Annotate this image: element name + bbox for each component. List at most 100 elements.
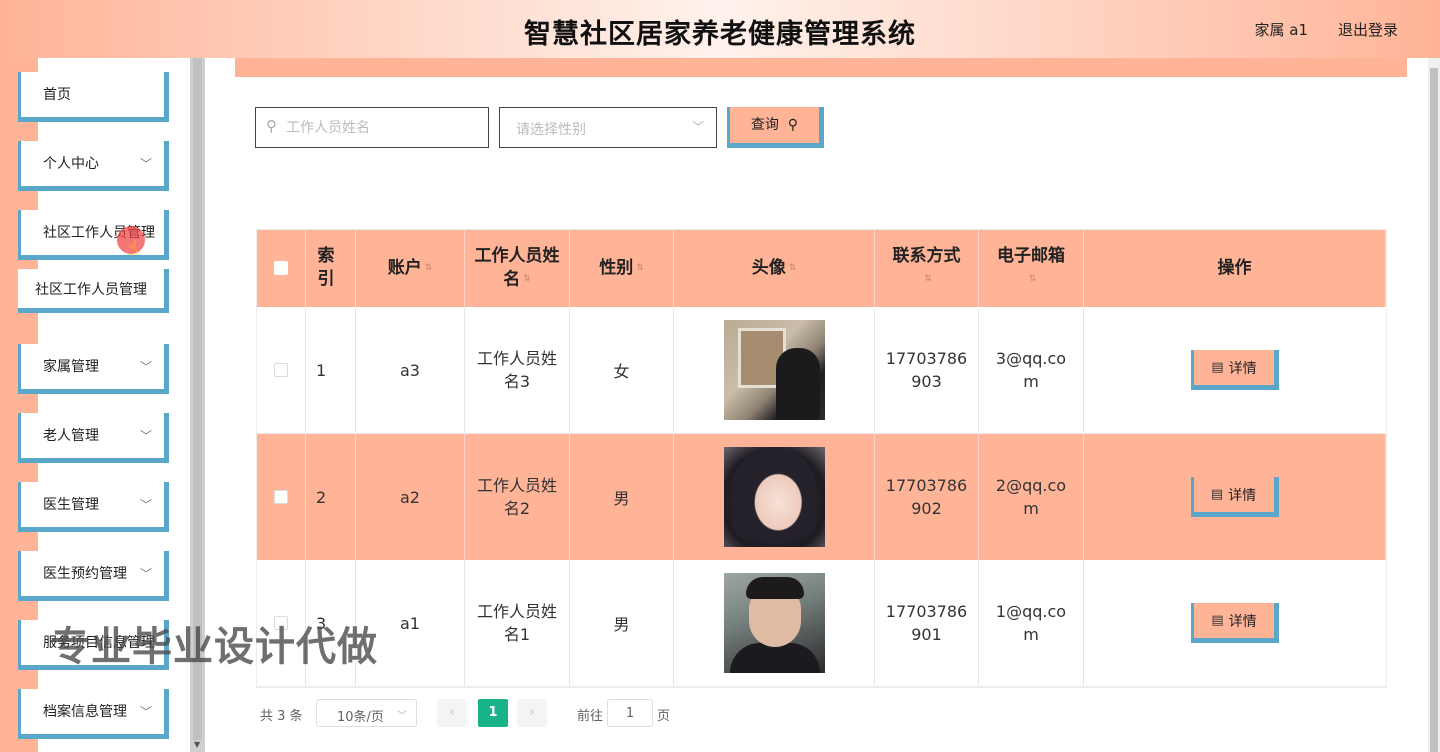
cell-gender: 女 [570,307,674,433]
app-header: 智慧社区居家养老健康管理系统 家属 a1 退出登录 [0,0,1440,58]
col-header-gender[interactable]: 性别 ⇅ [570,229,674,307]
col-header-email[interactable]: 电子邮箱 ⇅ [979,229,1084,307]
cell-staff-name: 工作人员姓名2 [465,434,570,560]
chevron-down-icon: ﹀ [139,429,152,443]
col-header-account[interactable]: 账户 ⇅ [356,229,465,307]
detail-button[interactable]: ▤ 详情 [1190,477,1279,517]
select-all-checkbox[interactable] [273,261,288,275]
page-number-button[interactable]: 1 [478,699,508,727]
sort-icon[interactable]: ⇅ [789,255,797,281]
cell-index: 2 [306,434,356,560]
sidebar-subitem-staff-management[interactable]: 社区工作人员管理 [18,269,169,313]
page-size-select[interactable]: 10条/页 ﹀ [316,699,417,727]
col-header-phone[interactable]: 联系方式 ⇅ [875,229,979,307]
sort-icon[interactable]: ⇅ [636,255,644,281]
sidebar-item-label: 老人管理 [43,428,99,444]
table-header-row: 索引 账户 ⇅ 工作人员姓名 ⇅ 性别 ⇅ 头像 ⇅ 联系方式 ⇅ 电子邮箱 ⇅ 操作 [256,229,1386,307]
sidebar-item-archive-management[interactable]: 档案信息管理 ﹀ [18,689,169,739]
chevron-down-icon: ﹀ [139,360,152,374]
app-title: 智慧社区居家养老健康管理系统 [524,19,916,50]
avatar [723,573,825,673]
cell-staff-name: 工作人员姓名3 [465,307,570,433]
chevron-down-icon: ﹀ [139,567,152,581]
cell-index: 1 [306,307,356,433]
sidebar-item-personal-center[interactable]: 个人中心 ﹀ [18,141,169,191]
cell-staff-name: 工作人员姓名1 [465,560,570,686]
pagination-total: 共 3 条 [260,709,303,724]
prev-page-button[interactable]: ‹ [437,699,467,727]
cell-avatar [674,434,875,560]
table-row[interactable]: 2 a2 工作人员姓名2 男 17703786902 2@qq.com ▤ 详情 [256,434,1386,560]
col-header-actions: 操作 [1084,229,1386,307]
page-scrollbar[interactable] [1428,58,1440,752]
chevron-down-icon: ﹀ [139,636,152,650]
cell-account: a2 [356,434,465,560]
col-header-staff-name[interactable]: 工作人员姓名 ⇅ [465,229,570,307]
scroll-down-arrow-icon[interactable]: ▼ [194,740,200,749]
chevron-down-icon: ﹀ [139,498,152,512]
chevron-down-icon: ﹀ [397,711,407,722]
goto-page-input[interactable] [607,699,653,727]
sidebar-item-elder-management[interactable]: 老人管理 ﹀ [18,413,169,463]
gender-select[interactable]: 请选择性别 ﹀ [499,107,717,148]
sidebar-item-home[interactable]: 首页 [18,72,169,122]
sidebar-item-family-management[interactable]: 家属管理 ﹀ [18,344,169,394]
cell-account: a1 [356,560,465,686]
sidebar-item-label: 家属管理 [43,359,99,375]
cell-avatar [674,560,875,686]
col-header-index: 索引 [306,229,356,307]
document-icon: ▤ [1211,360,1224,375]
goto-label: 前往 [577,709,604,724]
sort-icon[interactable]: ⇅ [1029,268,1037,291]
row-checkbox[interactable] [273,363,288,377]
sort-icon[interactable]: ⇅ [425,255,433,281]
sidebar-scrollbar-thumb[interactable] [193,58,202,740]
cell-phone: 17703786901 [875,560,979,686]
sort-icon[interactable]: ⇅ [924,268,932,291]
cell-account: a3 [356,307,465,433]
avatar [723,320,825,420]
query-button[interactable]: 查询 ⚲ [727,107,824,148]
table-row[interactable]: 3 a1 工作人员姓名1 男 17703786901 1@qq.com ▤ 详情 [256,560,1386,687]
row-checkbox[interactable] [273,616,288,630]
page-scrollbar-thumb[interactable] [1430,68,1438,752]
sort-icon[interactable]: ⇅ [523,268,531,291]
select-all-cell [256,229,306,307]
staff-name-input[interactable] [286,116,476,140]
sidebar-item-appointment-management[interactable]: 医生预约管理 ﹀ [18,551,169,601]
search-icon: ⚲ [783,117,799,133]
cell-phone: 17703786903 [875,307,979,433]
detail-button[interactable]: ▤ 详情 [1191,350,1279,390]
cell-gender: 男 [570,560,674,686]
sidebar-item-label: 档案信息管理 [43,704,127,720]
next-page-button[interactable]: › [517,699,547,727]
search-icon: ⚲ [266,117,277,135]
table-row[interactable]: 1 a3 工作人员姓名3 女 17703786903 3@qq.com ▤ 详情 [256,307,1386,434]
sidebar-scrollbar[interactable] [190,58,205,752]
page-size-value: 10条/页 [337,710,384,725]
avatar [723,447,825,547]
detail-button[interactable]: ▤ 详情 [1191,603,1279,643]
chevron-right-icon: › [529,705,535,720]
sidebar-item-label: 医生管理 [43,497,99,513]
chevron-down-icon: ﹀ [691,120,704,134]
sidebar-item-label: 首页 [43,87,71,103]
sidebar-item-doctor-management[interactable]: 医生管理 ﹀ [18,482,169,532]
sidebar-subitem-label: 社区工作人员管理 [35,282,147,298]
staff-name-search[interactable]: ⚲ [255,107,489,148]
cell-avatar [674,307,875,433]
sidebar-item-service-management[interactable]: 服务项目信息管理 ﹀ [18,620,169,670]
cell-actions: ▤ 详情 [1084,434,1386,560]
cell-gender: 男 [570,434,674,560]
logout-link[interactable]: 退出登录 [1338,19,1398,40]
cell-index: 3 [306,560,356,686]
page-unit-label: 页 [657,709,671,724]
col-header-avatar[interactable]: 头像 ⇅ [674,229,875,307]
document-icon: ▤ [1210,487,1224,502]
row-checkbox[interactable] [273,490,288,504]
chevron-down-icon: ﹀ [139,705,152,719]
document-icon: ▤ [1211,613,1224,628]
content-top-bar [235,58,1407,77]
sidebar-item-staff-management[interactable]: 社区工作人员管理 [18,210,169,260]
cell-email: 2@qq.com [979,434,1084,560]
